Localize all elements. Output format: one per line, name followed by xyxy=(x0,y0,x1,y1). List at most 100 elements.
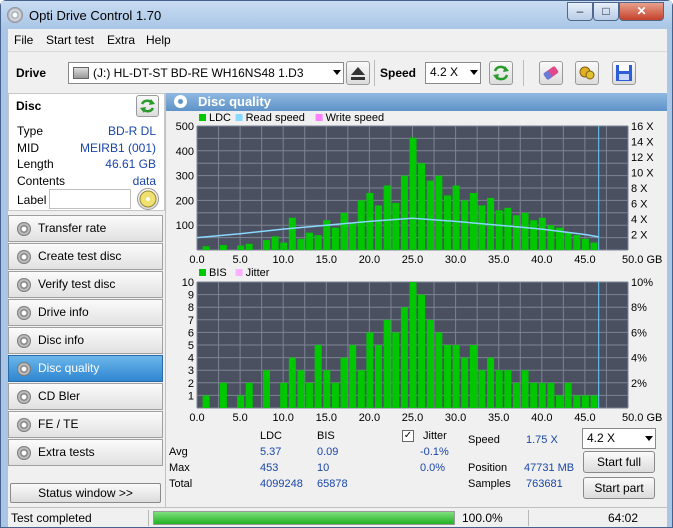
eject-icon xyxy=(351,67,365,80)
speed-stat-label: Speed xyxy=(468,434,500,446)
data-bar xyxy=(538,217,546,250)
disc-row-value: 46.61 GB xyxy=(105,157,156,171)
x-tick-label: 35.0 xyxy=(488,254,509,266)
y2-tick-label: 10 X xyxy=(631,168,654,180)
data-bar xyxy=(590,395,598,408)
data-bar xyxy=(245,243,253,250)
data-bar xyxy=(521,212,529,250)
x-tick-label: 10.0 xyxy=(272,412,293,424)
menu-extra[interactable]: Extra xyxy=(107,33,135,47)
refresh-icon xyxy=(140,99,155,113)
nav-item-create-test-disc[interactable]: Create test disc xyxy=(8,243,163,270)
status-window-button[interactable]: Status window >> xyxy=(10,483,161,503)
progress-fill xyxy=(154,512,454,524)
data-bar xyxy=(314,235,322,250)
nav-item-label: Verify test disc xyxy=(38,277,116,291)
close-button[interactable]: ✕ xyxy=(619,2,664,21)
menu-file[interactable]: File xyxy=(14,33,33,47)
disc-icon xyxy=(139,190,157,208)
data-bar xyxy=(512,215,520,250)
stat-bis-value: 10 xyxy=(317,462,330,474)
data-bar xyxy=(340,212,348,250)
x-tick-label: 5.0 xyxy=(232,254,247,266)
tools-icon xyxy=(579,66,595,80)
eject-button[interactable] xyxy=(346,61,370,85)
floppy-icon xyxy=(616,65,632,81)
disc-test-icon xyxy=(17,278,31,292)
disc-test-icon xyxy=(17,250,31,264)
charts-area: 50040030020010016 X14 X12 X10 X8 X6 X4 X… xyxy=(176,112,663,424)
y-tick-label: 300 xyxy=(176,171,194,183)
data-bar xyxy=(487,357,495,408)
maximize-button[interactable]: □ xyxy=(593,2,619,21)
nav-item-label: Extra tests xyxy=(38,445,95,459)
data-bar xyxy=(564,232,572,250)
chevron-down-icon xyxy=(645,436,653,441)
data-bar xyxy=(435,332,443,408)
disc-refresh-button[interactable] xyxy=(136,95,159,117)
chevron-down-icon xyxy=(333,70,341,75)
toolbar: Drive (J:) HL-DT-ST BD-RE WH16NS48 1.D3 … xyxy=(8,51,667,93)
data-bar xyxy=(469,345,477,408)
data-bar xyxy=(340,357,348,408)
data-bar xyxy=(418,163,426,250)
nav-item-fe-te[interactable]: FE / TE xyxy=(8,411,163,438)
x-tick-label: 45.0 xyxy=(574,412,595,424)
speed-select[interactable]: 4.2 X xyxy=(425,62,481,84)
save-button[interactable] xyxy=(612,61,636,85)
menu-help[interactable]: Help xyxy=(146,33,171,47)
data-bar xyxy=(409,137,417,250)
minimize-button[interactable]: – xyxy=(567,2,593,21)
y-tick-label: 500 xyxy=(176,121,194,133)
settings-button[interactable] xyxy=(575,61,599,85)
y-tick-label: 2 xyxy=(188,378,194,390)
y2-tick-label: 2% xyxy=(631,378,647,390)
progress-text: 100.0% xyxy=(462,511,503,525)
nav-item-cd-bler[interactable]: CD Bler xyxy=(8,383,163,410)
panel-title: Disc quality xyxy=(198,94,271,109)
start-full-button[interactable]: Start full xyxy=(583,451,655,473)
refresh-speed-button[interactable] xyxy=(489,61,513,85)
nav-item-label: Disc quality xyxy=(38,361,100,375)
y2-tick-label: 6 X xyxy=(631,199,648,211)
disc-label-button[interactable] xyxy=(137,188,159,210)
disc-row-label: Type xyxy=(17,124,44,138)
stat-bis-value: 0.09 xyxy=(317,446,339,458)
stat-ldc-value: 453 xyxy=(260,462,279,474)
jitter-checkbox[interactable]: ✓ xyxy=(402,430,414,442)
data-bar xyxy=(495,210,503,250)
position-value: 47731 MB xyxy=(524,462,575,474)
status-divider xyxy=(148,510,149,526)
nav-item-extra-tests[interactable]: Extra tests xyxy=(8,439,163,466)
y-tick-label: 1 xyxy=(188,390,194,402)
disc-quality-icon xyxy=(174,95,187,108)
nav-item-label: CD Bler xyxy=(38,389,81,403)
test-speed-select[interactable]: 4.2 X xyxy=(582,428,656,449)
data-bar xyxy=(288,357,296,408)
disc-test-icon xyxy=(17,446,31,460)
data-bar xyxy=(392,332,400,408)
start-part-button[interactable]: Start part xyxy=(583,477,655,499)
nav-item-disc-quality[interactable]: Disc quality xyxy=(8,355,163,382)
nav-item-disc-info[interactable]: Disc info xyxy=(8,327,163,354)
disc-label-field[interactable] xyxy=(49,189,131,209)
drive-select[interactable]: (J:) HL-DT-ST BD-RE WH16NS48 1.D3 xyxy=(68,62,344,84)
progress-bar xyxy=(153,511,455,525)
y-tick-label: 10 xyxy=(182,277,194,289)
nav-item-label: Transfer rate xyxy=(38,221,107,235)
erase-button[interactable] xyxy=(539,61,563,85)
x-tick-label: 0.0 xyxy=(189,412,204,424)
y-tick-label: 5 xyxy=(188,340,194,352)
nav-item-verify-test-disc[interactable]: Verify test disc xyxy=(8,271,163,298)
x-tick-label: 25.0 xyxy=(402,412,423,424)
disc-row-value: MEIRB1 (001) xyxy=(79,140,156,155)
stat-ldc-value: 5.37 xyxy=(260,446,282,458)
data-bar xyxy=(383,319,391,408)
refresh-icon xyxy=(493,65,509,81)
menu-start-test[interactable]: Start test xyxy=(46,33,94,47)
nav-item-transfer-rate[interactable]: Transfer rate xyxy=(8,215,163,242)
nav-item-drive-info[interactable]: Drive info xyxy=(8,299,163,326)
data-bar xyxy=(443,195,451,250)
data-bar xyxy=(349,345,357,408)
data-bar xyxy=(581,395,589,408)
